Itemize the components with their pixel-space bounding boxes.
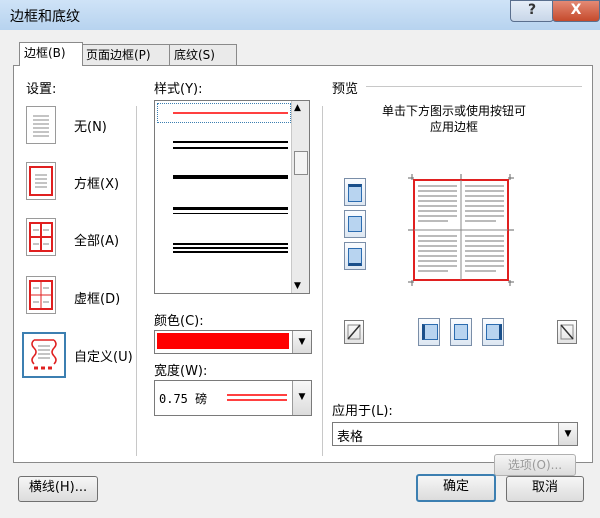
- style-scrollbar[interactable]: ▲ ▼: [291, 101, 309, 293]
- width-combo[interactable]: 0.75 磅 ▼: [154, 380, 312, 416]
- setting-box-label[interactable]: 方框(X): [74, 173, 119, 192]
- width-heading: 宽度(W):: [154, 364, 208, 379]
- color-dropdown-arrow-icon[interactable]: ▼: [292, 331, 311, 353]
- color-combo[interactable]: ▼: [154, 330, 312, 354]
- dialog-body: 边框(B) 页面边框(P) 底纹(S) 设置: 无(N) 方框(X) 全部(A)…: [0, 30, 600, 518]
- setting-none-label[interactable]: 无(N): [74, 116, 107, 135]
- inside-horizontal-border-button[interactable]: [344, 210, 366, 238]
- setting-none-icon[interactable]: [26, 106, 56, 144]
- setting-custom-icon[interactable]: [22, 332, 66, 378]
- width-preview-line: [227, 394, 287, 396]
- style-option-triple-b: [173, 247, 288, 249]
- column-divider-right: [322, 106, 323, 456]
- color-swatch: [157, 333, 289, 349]
- apply-to-heading: 应用于(L):: [332, 404, 393, 419]
- tab-shading[interactable]: 底纹(S): [169, 44, 237, 65]
- setting-all-label[interactable]: 全部(A): [74, 230, 119, 249]
- setting-custom-label[interactable]: 自定义(U): [74, 346, 133, 365]
- help-button[interactable]: ?: [510, 0, 554, 22]
- style-option-thick-thin[interactable]: [173, 141, 288, 143]
- close-button[interactable]: X: [552, 0, 600, 22]
- apply-to-combo[interactable]: 表格 ▼: [332, 422, 578, 446]
- options-button[interactable]: 选项(O)...: [494, 454, 576, 476]
- preview-hint-line2: 应用边框: [430, 120, 479, 134]
- horizontal-line-button[interactable]: 横线(H)...: [18, 476, 98, 502]
- diagonal-up-border-button[interactable]: [557, 320, 577, 344]
- scroll-up-arrow-icon[interactable]: ▲: [294, 103, 301, 113]
- setting-box-icon[interactable]: [26, 162, 56, 200]
- style-option-double-b: [173, 213, 288, 214]
- style-option-thick[interactable]: [173, 175, 288, 179]
- top-border-button[interactable]: [344, 178, 366, 206]
- width-preview-line-b: [227, 399, 287, 401]
- preview-hint-line1: 单击下方图示或使用按钮可: [382, 104, 527, 118]
- diagonal-down-border-button[interactable]: [344, 320, 364, 344]
- border-preview-diagram[interactable]: [408, 174, 514, 286]
- bottom-border-button[interactable]: [344, 242, 366, 270]
- tab-panel: 设置: 无(N) 方框(X) 全部(A) 虚框(D) 自定义(U) 样式(Y):…: [13, 65, 593, 476]
- setting-grid-label[interactable]: 虚框(D): [74, 288, 120, 307]
- color-heading: 颜色(C):: [154, 314, 204, 329]
- setting-grid-icon[interactable]: [26, 276, 56, 314]
- column-divider: [136, 106, 137, 456]
- inside-vertical-border-button[interactable]: [450, 318, 472, 346]
- apply-to-dropdown-arrow-icon[interactable]: ▼: [558, 423, 577, 445]
- apply-to-value: 表格: [337, 430, 364, 445]
- right-border-button[interactable]: [482, 318, 504, 346]
- style-option-thin-red[interactable]: [173, 112, 288, 114]
- preview-heading: 预览: [332, 82, 359, 97]
- dialog-title: 边框和底纹: [10, 9, 80, 25]
- width-dropdown-arrow-icon[interactable]: ▼: [292, 381, 311, 415]
- style-listbox[interactable]: ▲ ▼: [154, 100, 310, 294]
- tab-page-border[interactable]: 页面边框(P): [81, 44, 171, 65]
- setting-all-icon[interactable]: [26, 218, 56, 256]
- preview-heading-rule: [366, 86, 582, 87]
- style-option-triple-c: [173, 251, 288, 253]
- tab-borders[interactable]: 边框(B): [19, 42, 83, 66]
- ok-button[interactable]: 确定: [416, 474, 496, 502]
- style-option-thick-thin-b: [173, 147, 288, 149]
- scroll-down-arrow-icon[interactable]: ▼: [294, 281, 301, 291]
- style-heading: 样式(Y):: [154, 82, 203, 97]
- settings-heading: 设置:: [26, 82, 57, 97]
- style-option-double[interactable]: [173, 207, 288, 210]
- cancel-button[interactable]: 取消: [506, 476, 584, 502]
- left-border-button[interactable]: [418, 318, 440, 346]
- width-value: 0.75 磅: [159, 392, 208, 406]
- scroll-thumb[interactable]: [294, 151, 308, 175]
- title-bar: 边框和底纹 ? X: [0, 0, 600, 30]
- style-option-triple[interactable]: [173, 243, 288, 245]
